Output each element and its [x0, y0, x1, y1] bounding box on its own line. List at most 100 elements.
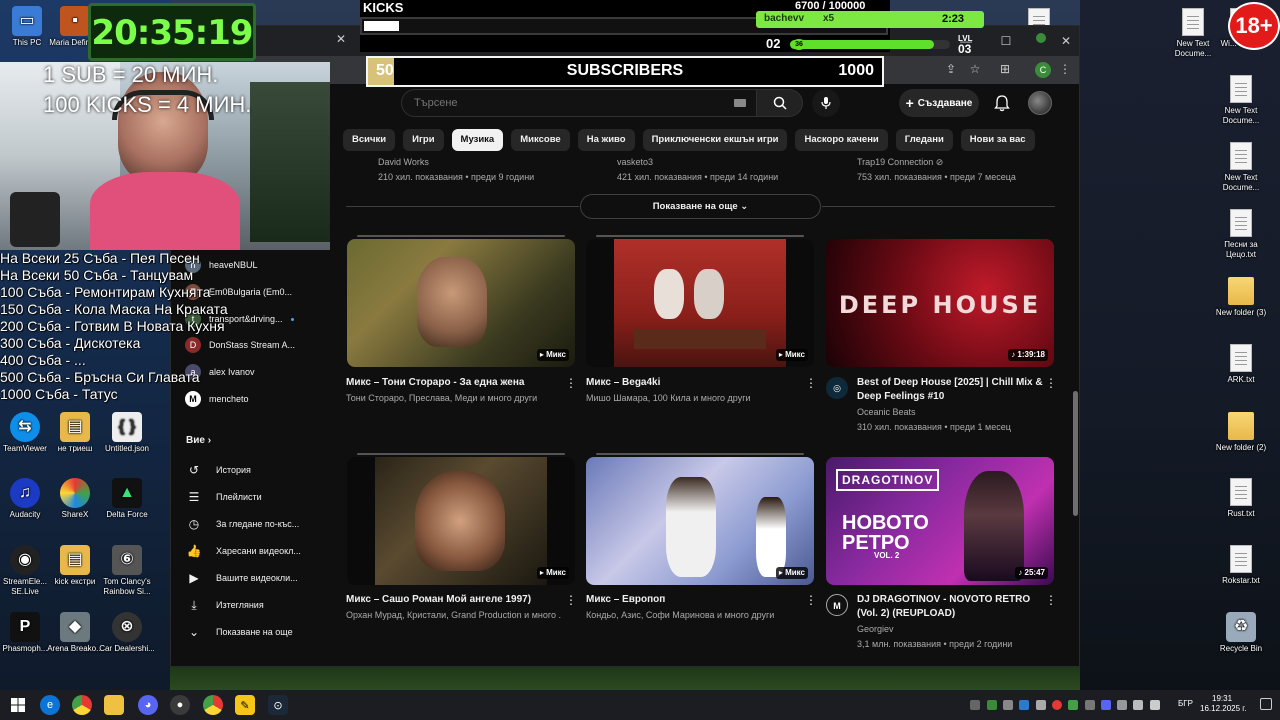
chip-2[interactable]: Музика — [451, 129, 504, 151]
sidebar-item-chevron-down[interactable]: ⌄ Показване на още — [186, 621, 293, 643]
clock-date[interactable]: 16.12.2025 г. — [1200, 704, 1246, 713]
steam-icon[interactable]: ⊙ — [268, 695, 288, 715]
show-more-button[interactable]: Показване на още ⌄ — [580, 194, 821, 219]
video-title-1[interactable]: Микс – Тони Сторaро - За една жена — [346, 376, 556, 390]
chip-0[interactable]: Всички — [343, 129, 396, 151]
tray-icon[interactable] — [1117, 700, 1127, 710]
video-thumbnail-1[interactable]: ▸ Микс — [347, 239, 575, 367]
video-meta-5[interactable]: Кондьо, Азис, Софи Маринова и много друг… — [586, 610, 801, 620]
video-title-3[interactable]: Best of Deep House [2025] | Chill Mix & … — [857, 376, 1047, 404]
chip-6[interactable]: Наскоро качени — [795, 129, 888, 151]
language-indicator[interactable]: БГР — [1178, 699, 1193, 708]
subscription-donstass[interactable]: D DonStass Stream A... — [185, 334, 295, 356]
tray-icon[interactable] — [1101, 700, 1111, 710]
sidebar-item-history[interactable]: ↺ История — [186, 459, 251, 481]
keyboard-icon[interactable] — [734, 99, 746, 107]
share-icon[interactable]: ⇪ — [943, 62, 959, 76]
tray-icon[interactable] — [1052, 700, 1062, 710]
close-window-button[interactable]: ✕ — [1056, 32, 1076, 50]
clock-time[interactable]: 19:31 — [1212, 694, 1232, 703]
bookmark-star-icon[interactable]: ☆ — [967, 62, 983, 76]
video-channel-6[interactable]: Georgiev — [857, 624, 894, 634]
page-scrollbar[interactable] — [1073, 391, 1078, 516]
chip-8[interactable]: Нови за вас — [960, 129, 1035, 151]
desktop-icon-text-3[interactable]: New Text Docume... — [1210, 142, 1272, 193]
desktop-icon-ark[interactable]: ARK.txt — [1210, 344, 1272, 385]
chip-1[interactable]: Игри — [403, 129, 444, 151]
video-menu-icon[interactable]: ⋮ — [1045, 376, 1057, 390]
tray-icon[interactable] — [1085, 700, 1095, 710]
video-thumbnail-6[interactable]: DRAGOTINOV НОВОТО РЕТРО VOL. 2 ♪ 25:47 — [826, 457, 1054, 585]
search-button[interactable] — [757, 89, 803, 117]
desktop-icon-rainbow-six[interactable]: ⑥ Tom Clancy's Rainbow Si... — [96, 545, 158, 597]
video-title-6[interactable]: DJ DRAGOTINOV - NOVOTO RETRO (Vol. 2) (R… — [857, 593, 1047, 621]
video-thumbnail-3[interactable]: DEEP HOUSE ♪ 1:39:18 — [826, 239, 1054, 367]
notes-icon[interactable]: ✎ — [235, 695, 255, 715]
chip-5[interactable]: Приключенски екшън игри — [642, 129, 788, 151]
search-input[interactable] — [414, 95, 714, 111]
video-menu-icon[interactable]: ⋮ — [805, 376, 817, 390]
desktop-icon-recycle-bin[interactable]: ♻ Recycle Bin — [1210, 612, 1272, 654]
start-windows-icon[interactable] — [8, 695, 28, 715]
chip-4[interactable]: На живо — [577, 129, 635, 151]
sidebar-item-like[interactable]: 👍 Харесани видеокл... — [186, 540, 301, 562]
discord-icon[interactable]: ◕ — [138, 695, 158, 715]
desktop-icon-untitled-json[interactable]: { } Untitled.json — [96, 412, 158, 454]
video-title-4[interactable]: Микс – Сашо Роман Мой ангеле 1997) — [346, 593, 556, 607]
tray-icon[interactable] — [987, 700, 997, 710]
sidebar-item-watch-later[interactable]: ◷ За гледане по-къс... — [186, 513, 300, 535]
desktop-icon-new-folder-2[interactable]: New folder (2) — [1210, 412, 1272, 453]
video-menu-icon[interactable]: ⋮ — [1045, 593, 1057, 607]
video-menu-icon[interactable]: ⋮ — [565, 593, 577, 607]
file-explorer-icon[interactable] — [104, 695, 124, 715]
prev-channel-3[interactable]: Trap19 Connection ⊘ — [857, 157, 943, 168]
channel-avatar-oceanic[interactable]: ◎ — [826, 377, 848, 399]
video-thumbnail-2[interactable]: ▸ Микс — [586, 239, 814, 367]
video-thumbnail-4[interactable]: ▸ Микс — [347, 457, 575, 585]
edge-icon[interactable]: e — [40, 695, 60, 715]
notifications-icon[interactable] — [1260, 698, 1272, 710]
desktop-icon-new-folder-3[interactable]: New folder (3) — [1210, 277, 1272, 318]
tray-icon[interactable] — [970, 700, 980, 710]
video-meta-4[interactable]: Орхан Мурад, Кристали, Grand Production … — [346, 610, 561, 620]
create-button[interactable]: + Създаване — [899, 89, 979, 117]
tab-close-icon[interactable]: ✕ — [336, 32, 346, 46]
desktop-icon-delta-force[interactable]: ▲ Delta Force — [96, 478, 158, 520]
profile-avatar-icon[interactable]: C — [1035, 62, 1051, 78]
desktop-icon-rust[interactable]: Rust.txt — [1210, 478, 1272, 519]
account-avatar[interactable] — [1028, 91, 1052, 115]
video-title-2[interactable]: Микс – Bega4ki — [586, 376, 796, 390]
prev-channel-2[interactable]: vasketo3 — [617, 157, 653, 167]
sidebar-item-download[interactable]: ⤓ Изтегляния — [186, 594, 263, 616]
desktop-icon-text-2[interactable]: New Text Docume... — [1210, 75, 1272, 126]
video-menu-icon[interactable]: ⋮ — [805, 593, 817, 607]
menu-kebab-icon[interactable]: ⋮ — [1057, 62, 1073, 76]
desktop-icon-pesni-za-ceco[interactable]: Песни за Цецо.txt — [1210, 209, 1272, 260]
chip-7[interactable]: Гледани — [895, 129, 953, 151]
sidebar-item-playlist[interactable]: ☰ Плейлисти — [186, 486, 262, 508]
tray-icon[interactable] — [1019, 700, 1029, 710]
chrome-icon[interactable] — [203, 695, 223, 715]
video-channel-3[interactable]: Oceanic Beats — [857, 407, 916, 417]
volume-icon[interactable] — [1150, 700, 1160, 710]
video-title-5[interactable]: Микс – Европоп — [586, 593, 796, 607]
desktop-icon-car-dealership[interactable]: ⊗ Car Dealershi... — [96, 612, 158, 654]
voice-search-button[interactable] — [812, 89, 840, 117]
network-icon[interactable] — [1133, 700, 1143, 710]
chrome-icon[interactable] — [72, 695, 92, 715]
sidebar-item-your-videos[interactable]: ▶ Вашите видеокли... — [186, 567, 297, 589]
desktop-icon-rokstar[interactable]: Rokstar.txt — [1210, 545, 1272, 586]
video-menu-icon[interactable]: ⋮ — [565, 376, 577, 390]
extensions-icon[interactable]: ⊞ — [997, 62, 1013, 76]
you-section-header[interactable]: Вие › — [186, 435, 211, 446]
video-meta-2[interactable]: Мишо Шамара, 100 Кила и много други — [586, 393, 801, 403]
video-meta-1[interactable]: Тони Стораро, Преслава, Меди и много дру… — [346, 393, 561, 403]
tray-icon[interactable] — [1003, 700, 1013, 710]
profile-indicator-icon[interactable] — [1036, 30, 1048, 43]
video-thumbnail-5[interactable]: ▸ Микс — [586, 457, 814, 585]
tray-icon[interactable] — [1036, 700, 1046, 710]
obs-icon[interactable]: ● — [170, 695, 190, 715]
maximize-button[interactable]: ☐ — [996, 32, 1016, 50]
chip-3[interactable]: Миксове — [511, 129, 570, 151]
notifications-bell-icon[interactable] — [993, 94, 1011, 112]
